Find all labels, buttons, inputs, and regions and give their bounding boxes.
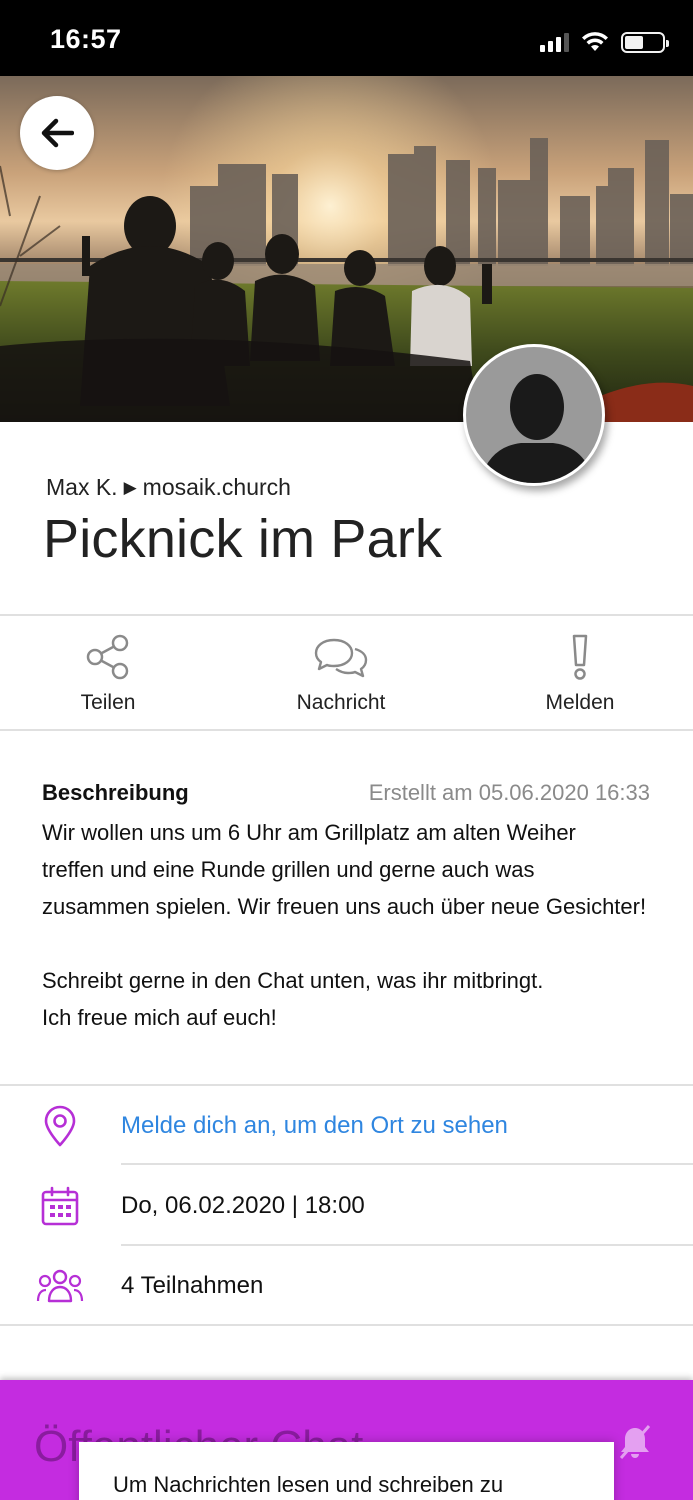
- status-bar: 16:57: [0, 0, 693, 76]
- location-login-link[interactable]: Melde dich an, um den Ort zu sehen: [121, 1086, 508, 1166]
- description-heading: Beschreibung: [42, 780, 189, 805]
- author-name[interactable]: Max K.: [46, 474, 118, 501]
- chat-bubbles-icon: [314, 638, 368, 678]
- author-avatar[interactable]: [463, 344, 605, 486]
- event-datetime: Do, 06.02.2020 | 18:00: [121, 1192, 365, 1219]
- participants-row[interactable]: 4 Teilnahmen: [0, 1246, 693, 1326]
- wifi-icon: [582, 32, 608, 51]
- divider: [0, 729, 693, 731]
- report-button[interactable]: Melden: [520, 617, 640, 729]
- location-row[interactable]: Melde dich an, um den Ort zu sehen: [0, 1086, 693, 1166]
- arrow-left-icon: [41, 118, 74, 148]
- login-prompt-card: Um Nachrichten lesen und schreiben zu: [79, 1442, 614, 1500]
- breadcrumb: Max K. ▶ mosaik.church: [46, 474, 291, 501]
- community-name[interactable]: mosaik.church: [143, 474, 291, 501]
- report-label: Melden: [545, 691, 615, 714]
- divider: [0, 1324, 693, 1326]
- date-row: Do, 06.02.2020 | 18:00: [0, 1166, 693, 1246]
- description-text: Wir wollen uns um 6 Uhr am Grillplatz am…: [42, 814, 662, 1036]
- created-date: Erstellt am 05.06.2020 16:33: [368, 780, 650, 805]
- description-line: zusammen spielen. Wir freuen uns auch üb…: [42, 894, 647, 919]
- login-prompt-text: Um Nachrichten lesen und schreiben zu: [113, 1472, 504, 1497]
- status-icons: [540, 30, 669, 54]
- bell-muted-icon[interactable]: [617, 1424, 653, 1460]
- location-pin-icon: [44, 1105, 76, 1147]
- person-silhouette-icon: [479, 374, 595, 483]
- action-bar: Teilen Nachricht Melden: [0, 617, 693, 729]
- exclamation-icon: [572, 634, 588, 680]
- description-line: Ich freue mich auf euch!: [42, 1005, 277, 1030]
- group-icon: [36, 1269, 84, 1303]
- share-icon: [86, 634, 129, 680]
- message-button[interactable]: Nachricht: [276, 617, 406, 729]
- description-line: Schreibt gerne in den Chat unten, was ih…: [42, 968, 544, 993]
- back-button[interactable]: [20, 96, 94, 170]
- description-line: Wir wollen uns um 6 Uhr am Grillplatz am…: [42, 820, 576, 845]
- divider: [121, 1163, 693, 1165]
- share-button[interactable]: Teilen: [48, 617, 168, 729]
- participants-count[interactable]: 4 Teilnahmen: [121, 1246, 263, 1326]
- share-label: Teilen: [80, 691, 136, 714]
- calendar-icon: [41, 1186, 79, 1226]
- triangle-right-icon: ▶: [123, 477, 137, 497]
- message-label: Nachricht: [296, 691, 386, 714]
- status-time: 16:57: [50, 24, 122, 54]
- battery-icon: [621, 31, 669, 53]
- description-line: treffen und eine Runde grillen und gerne…: [42, 857, 535, 882]
- page-title: Picknick im Park: [43, 509, 443, 569]
- signal-icon: [540, 32, 569, 52]
- divider: [0, 614, 693, 616]
